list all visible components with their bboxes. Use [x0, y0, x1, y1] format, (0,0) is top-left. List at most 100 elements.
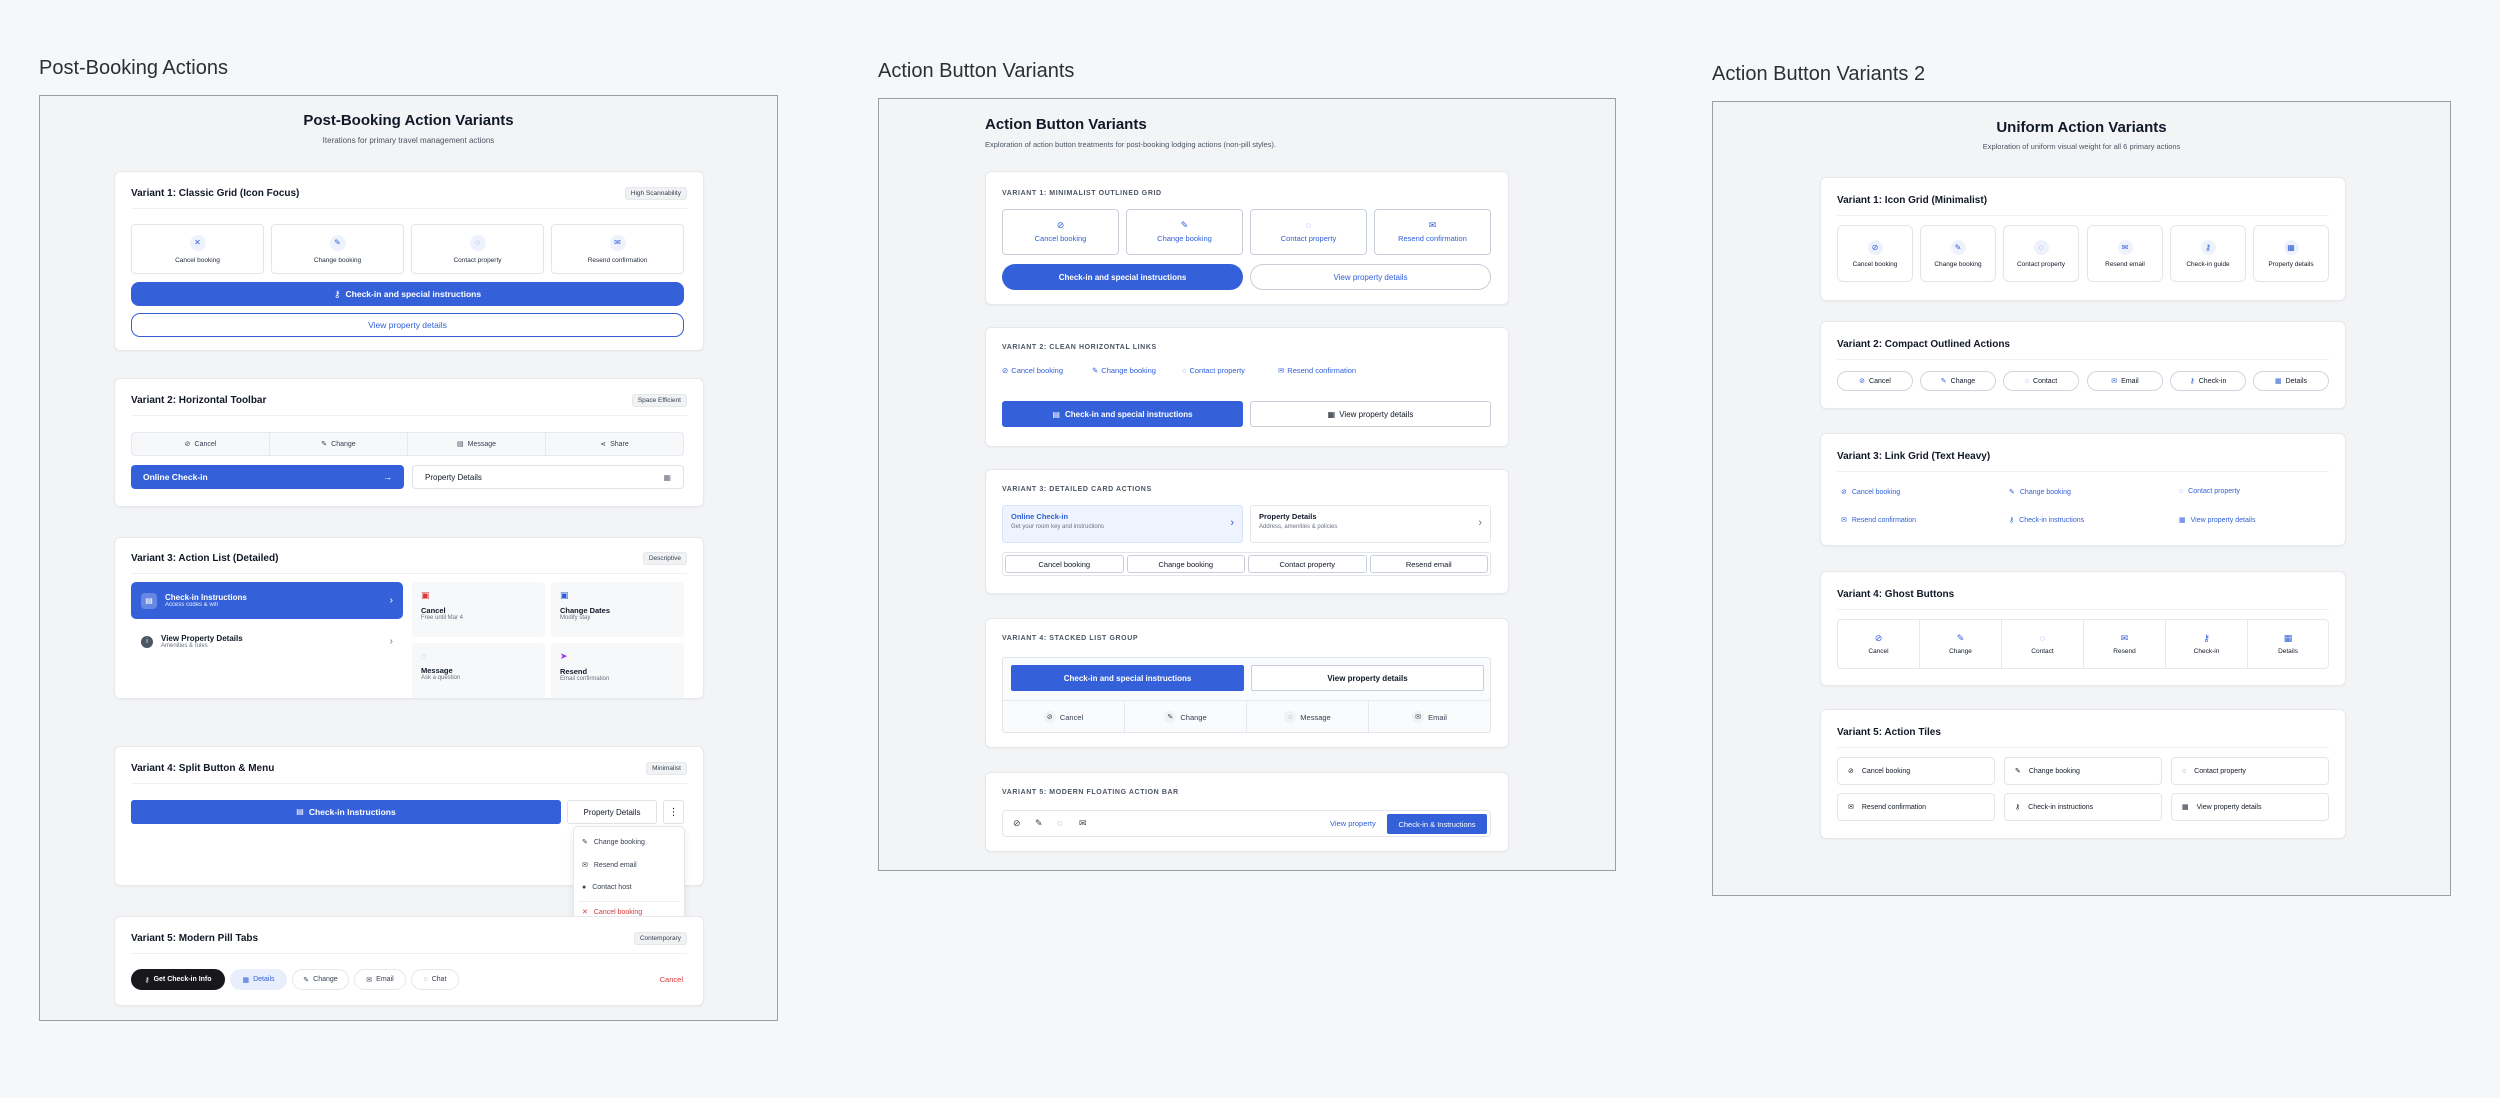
list-item-email[interactable]: ✉ Email: [1369, 701, 1490, 733]
change-booking-tile[interactable]: ✎ Change booking: [271, 224, 404, 274]
toolbar-cancel[interactable]: ⊘ Cancel: [132, 433, 270, 455]
menu-item-contact-host[interactable]: ● Contact host: [582, 884, 632, 891]
cancel-booking-button[interactable]: ⊘ Cancel booking: [1002, 209, 1119, 255]
contact-pill[interactable]: ◌ Contact: [2003, 371, 2079, 391]
email-pill[interactable]: ✉ Email: [2087, 371, 2163, 391]
ghost-details[interactable]: ▦ Details: [2248, 620, 2328, 668]
property-details-card[interactable]: Property Details Address, amenities & po…: [1250, 505, 1491, 543]
change-dates-cell[interactable]: ▣ Change Dates Modify stay: [551, 582, 684, 637]
online-check-in-card[interactable]: Online Check-in Get your room key and in…: [1002, 505, 1243, 543]
resend-confirmation-link[interactable]: ✉ Resend confirmation: [1278, 366, 1356, 375]
contact-property-tile[interactable]: ◌ Contact property: [411, 224, 544, 274]
menu-item-change-booking[interactable]: ✎ Change booking: [582, 838, 645, 847]
change-booking-link[interactable]: ✎ Change booking: [2009, 488, 2071, 497]
change-pill[interactable]: ✎ Change: [292, 969, 349, 990]
cancel-booking-tile[interactable]: ✕ Cancel booking: [131, 224, 264, 274]
message-cell[interactable]: ◌ Message Ask a question: [412, 643, 545, 698]
ghost-resend[interactable]: ✉ Resend: [2084, 620, 2166, 668]
check-in-button[interactable]: ⚷ Check-in and special instructions: [131, 282, 684, 306]
cancel-booking-tile[interactable]: ⊘ Cancel booking: [1837, 225, 1913, 282]
cancel-link[interactable]: Cancel: [660, 975, 683, 984]
toolbar-share[interactable]: ⋖ Share: [546, 433, 683, 455]
check-in-instructions-tile[interactable]: ⚷ Check-in instructions: [2004, 793, 2162, 821]
change-booking-button[interactable]: Change booking: [1126, 555, 1245, 573]
key-icon: ⚷: [2015, 804, 2021, 811]
contact-property-tile[interactable]: ◌ Contact property: [2003, 225, 2079, 282]
cancel-pill[interactable]: ⊘ Cancel: [1837, 371, 1913, 391]
change-booking-tile[interactable]: ✎ Change booking: [2004, 757, 2162, 785]
contact-property-tile[interactable]: ◌ Contact property: [2171, 757, 2329, 785]
cancel-icon[interactable]: ⊘: [1013, 818, 1021, 829]
email-pill[interactable]: ✉ Email: [354, 969, 406, 990]
property-details-tile[interactable]: ▦ Property details: [2253, 225, 2329, 282]
pencil-icon: ✎: [1950, 239, 1966, 255]
cancel-booking-button[interactable]: Cancel booking: [1005, 555, 1124, 573]
ghost-change[interactable]: ✎ Change: [1920, 620, 2002, 668]
list-item-change[interactable]: ✎ Change: [1125, 701, 1247, 733]
chat-icon[interactable]: ◌: [1057, 818, 1062, 828]
resend-confirmation-tile[interactable]: ✉ Resend confirmation: [551, 224, 684, 274]
online-check-in-button[interactable]: Online Check-in →: [131, 465, 404, 489]
view-property-details-item[interactable]: i View Property Details Amenities & rule…: [131, 623, 403, 660]
menu-item-cancel-booking[interactable]: ✕ Cancel booking: [582, 908, 642, 917]
check-in-instructions-item[interactable]: ▤ Check-in Instructions Access codes & w…: [131, 582, 403, 619]
check-in-instructions-button[interactable]: ▤ Check-in Instructions: [131, 800, 561, 824]
view-property-link[interactable]: View property: [1330, 819, 1376, 828]
variant-badge: Space Efficient: [631, 394, 687, 407]
resend-cell[interactable]: ➤ Resend Email confirmation: [551, 643, 684, 698]
ghost-cancel[interactable]: ⊘ Cancel: [1838, 620, 1920, 668]
ghost-contact[interactable]: ◌ Contact: [2002, 620, 2084, 668]
ghost-check-in[interactable]: ⚷ Check-in: [2166, 620, 2248, 668]
view-property-details-tile[interactable]: ▦ View property details: [2171, 793, 2329, 821]
view-property-details-button[interactable]: View property details: [1250, 264, 1491, 290]
resend-email-tile[interactable]: ✉ Resend email: [2087, 225, 2163, 282]
change-pill[interactable]: ✎ Change: [1920, 371, 1996, 391]
view-property-details-button[interactable]: ▦ View property details: [1250, 401, 1491, 427]
check-in-button[interactable]: ▤ Check-in and special instructions: [1002, 401, 1243, 427]
check-in-guide-tile[interactable]: ⚷ Check-in guide: [2170, 225, 2246, 282]
list-item-message[interactable]: ◌ Message: [1247, 701, 1369, 733]
resend-confirmation-link[interactable]: ✉ Resend confirmation: [1841, 516, 1916, 525]
contact-property-link[interactable]: ◌ Contact property: [2179, 488, 2240, 495]
change-booking-link[interactable]: ✎ Change booking: [1092, 366, 1156, 375]
button-label: Check-in and special instructions: [345, 289, 482, 299]
menu-item-resend-email[interactable]: ✉ Resend email: [582, 861, 637, 870]
view-property-details-button[interactable]: View property details: [1251, 665, 1484, 691]
chat-pill[interactable]: ◌ Chat: [411, 969, 459, 990]
change-booking-tile[interactable]: ✎ Change booking: [1920, 225, 1996, 282]
close-icon: ✕: [189, 234, 206, 251]
mail-icon[interactable]: ✉: [1079, 818, 1087, 829]
cancel-booking-link[interactable]: ⊘ Cancel booking: [1841, 488, 1900, 497]
property-details-button[interactable]: Property Details: [567, 800, 657, 824]
change-booking-button[interactable]: ✎ Change booking: [1126, 209, 1243, 255]
toolbar-message[interactable]: ▤ Message: [408, 433, 546, 455]
mail-icon: ✉: [1841, 517, 1847, 524]
contact-property-button[interactable]: Contact property: [1248, 555, 1367, 573]
chevron-right-icon: ›: [1230, 517, 1234, 529]
cancel-booking-tile[interactable]: ⊘ Cancel booking: [1837, 757, 1995, 785]
view-property-details-button[interactable]: View property details: [131, 313, 684, 337]
details-pill[interactable]: ▦ Details: [2253, 371, 2329, 391]
get-check-in-info-pill[interactable]: ⚷ Get Check-in Info: [131, 969, 225, 990]
resend-confirmation-tile[interactable]: ✉ Resend confirmation: [1837, 793, 1995, 821]
more-vertical-icon[interactable]: ⋮: [663, 800, 684, 824]
check-in-button[interactable]: Check-in and special instructions: [1011, 665, 1244, 691]
check-in-button[interactable]: Check-in and special instructions: [1002, 264, 1243, 290]
check-in-pill[interactable]: ⚷ Check-in: [2170, 371, 2246, 391]
toolbar-change[interactable]: ✎ Change: [270, 433, 408, 455]
resend-confirmation-button[interactable]: ✉ Resend confirmation: [1374, 209, 1491, 255]
check-in-instructions-link[interactable]: ⚷ Check-in instructions: [2009, 516, 2084, 525]
chat-icon: ◌: [1182, 366, 1187, 375]
contact-property-link[interactable]: ◌ Contact property: [1182, 366, 1245, 375]
details-pill[interactable]: ▦ Details: [230, 969, 287, 990]
contact-property-button[interactable]: ◌ Contact property: [1250, 209, 1367, 255]
list-item-cancel[interactable]: ⊘ Cancel: [1003, 701, 1125, 733]
view-property-details-link[interactable]: ▦ View property details: [2179, 516, 2255, 525]
cancel-cell[interactable]: ▣ Cancel Free until Mar 4: [412, 582, 545, 637]
resend-email-button[interactable]: Resend email: [1369, 555, 1488, 573]
property-details-button[interactable]: Property Details ▦: [412, 465, 684, 489]
cancel-booking-link[interactable]: ⊘ Cancel booking: [1002, 366, 1063, 375]
pencil-icon[interactable]: ✎: [1035, 818, 1043, 829]
link-label: Change booking: [1101, 366, 1156, 375]
check-in-instructions-button[interactable]: Check-in & Instructions: [1387, 814, 1487, 834]
